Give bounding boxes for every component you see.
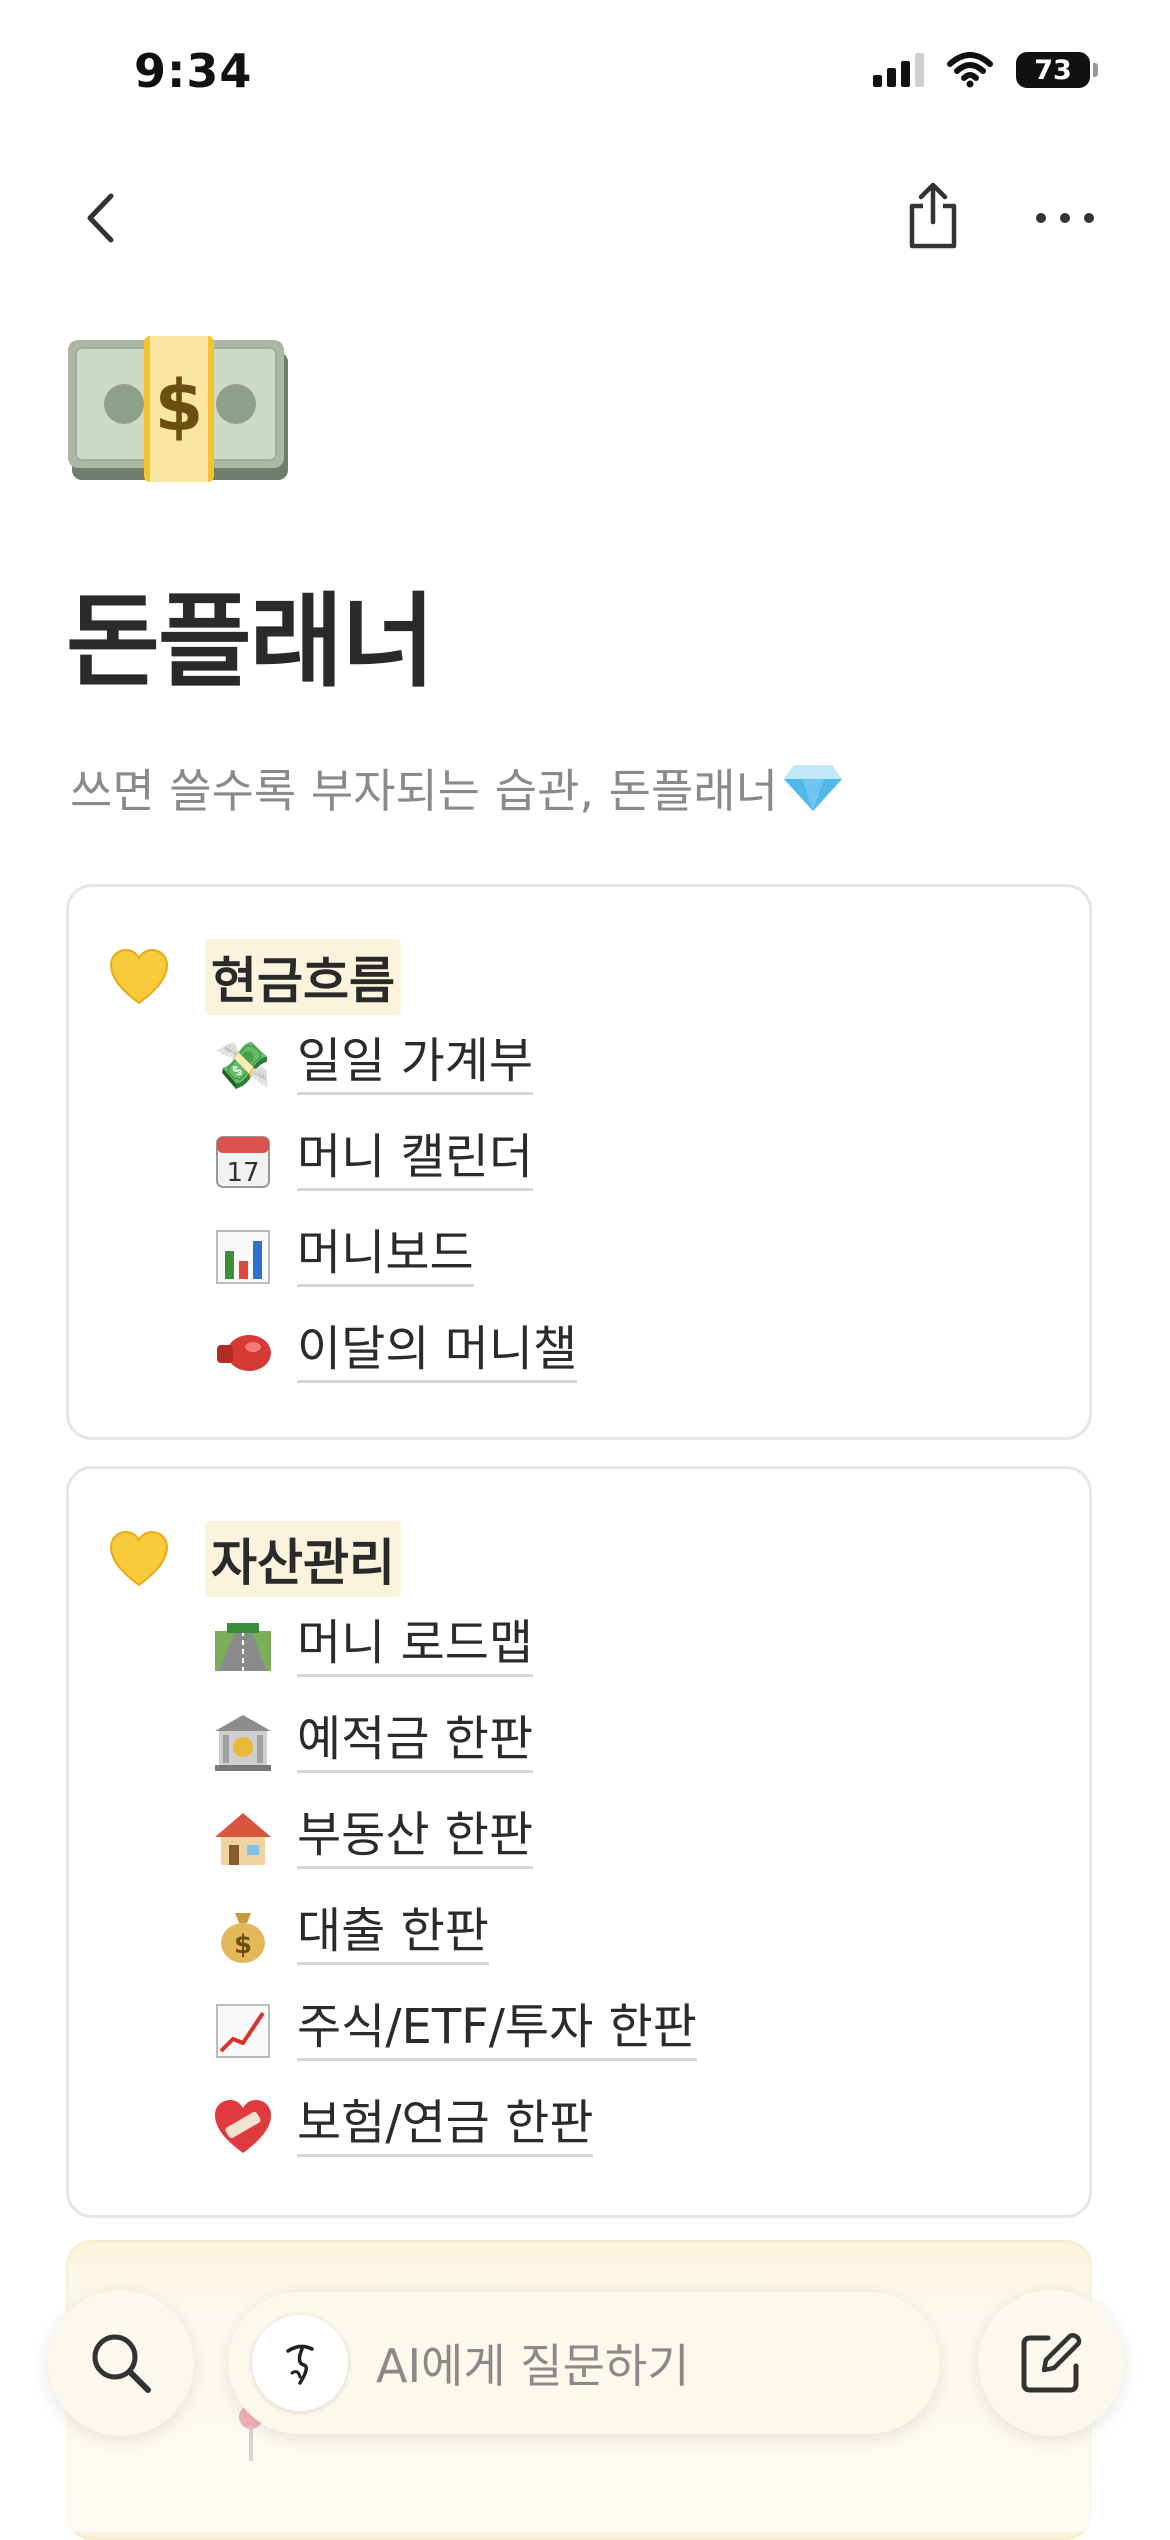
cellular-signal-icon [873,53,924,87]
link-label: 주식/ETF/투자 한판 [297,2001,697,2061]
back-button[interactable] [70,180,130,256]
link-savings[interactable]: 예적금 한판 [213,1713,534,1773]
link-loan[interactable]: $ 대출 한판 [213,1905,489,1965]
chart-increasing-icon [216,2004,270,2058]
calendar-icon: 17 [216,1136,270,1188]
link-label: 머니보드 [297,1227,474,1287]
yellow-heart-icon [109,949,169,1005]
link-daily-ledger[interactable]: 💸 일일 가계부 [213,1035,534,1095]
more-button[interactable] [1030,196,1100,240]
ask-ai-bar[interactable]: AI에게 질문하기 [228,2292,940,2434]
mending-heart-icon [215,2100,271,2153]
link-money-board[interactable]: 머니보드 [213,1227,474,1287]
section-header: 현금흐름 [109,939,401,1015]
link-insurance[interactable]: 보험/연금 한판 [213,2097,594,2157]
money-bag-icon: $ [221,1913,265,1963]
bank-icon [215,1715,271,1771]
battery-indicator: 73 [1016,52,1098,88]
share-button[interactable] [898,176,968,256]
ai-avatar-icon [252,2315,348,2411]
page-title: 돈플래너 [66,583,435,702]
link-stocks[interactable]: 주식/ETF/투자 한판 [213,2001,697,2061]
gem-icon [783,765,842,811]
section-card-assets: 자산관리 머니 로드맵 예적금 한판 부동산 한판 $ 대출 한판 주식/ETF… [66,1466,1092,2218]
status-icons: 73 [873,52,1098,88]
share-icon [909,182,957,249]
ask-ai-placeholder: AI에게 질문하기 [376,2339,690,2393]
link-label: 일일 가계부 [297,1035,534,1095]
page-subtitle: 쓰면 쓸수록 부자되는 습관, 돈플래너 [70,755,844,821]
svg-text:17: 17 [226,1158,259,1188]
search-button[interactable] [48,2290,194,2436]
more-dots-icon [1036,213,1094,223]
section-card-cashflow: 현금흐름 💸 일일 가계부 17 머니 캘린더 머니보드 이달의 머니챌 [66,884,1092,1440]
wifi-icon [947,52,993,88]
new-page-button[interactable] [978,2290,1124,2436]
railway-track-icon [215,1623,271,1671]
link-label: 보험/연금 한판 [297,2097,594,2157]
boxing-glove-icon [217,1335,271,1371]
house-icon [215,1813,271,1865]
link-label: 이달의 머니챌 [297,1323,578,1383]
status-time: 9:34 [134,44,253,98]
svg-text:$: $ [234,1930,252,1960]
money-with-wings-icon: 💸 [214,1037,272,1092]
ai-face-icon [286,2344,314,2385]
compose-icon [1021,2333,1082,2393]
link-money-roadmap[interactable]: 머니 로드맵 [213,1617,534,1677]
bar-chart-icon [216,1230,270,1284]
chevron-left-icon [87,193,114,243]
section-header: 자산관리 [109,1521,401,1597]
yellow-heart-icon [109,1531,169,1587]
link-real-estate[interactable]: 부동산 한판 [213,1809,534,1869]
link-monthly-challenge[interactable]: 이달의 머니챌 [213,1323,578,1383]
banknote-icon: $ [68,336,288,482]
link-label: 대출 한판 [297,1905,489,1965]
link-label: 부동산 한판 [297,1809,534,1869]
section-title: 현금흐름 [205,939,401,1015]
page-subtitle-text: 쓰면 쓸수록 부자되는 습관, 돈플래너 [70,764,778,818]
link-label: 머니 캘린더 [297,1131,534,1191]
section-title: 자산관리 [205,1521,401,1597]
svg-text:$: $ [155,365,204,447]
link-label: 머니 로드맵 [297,1617,534,1677]
link-money-calendar[interactable]: 17 머니 캘린더 [213,1131,534,1191]
link-label: 예적금 한판 [297,1713,534,1773]
search-icon [92,2334,151,2393]
